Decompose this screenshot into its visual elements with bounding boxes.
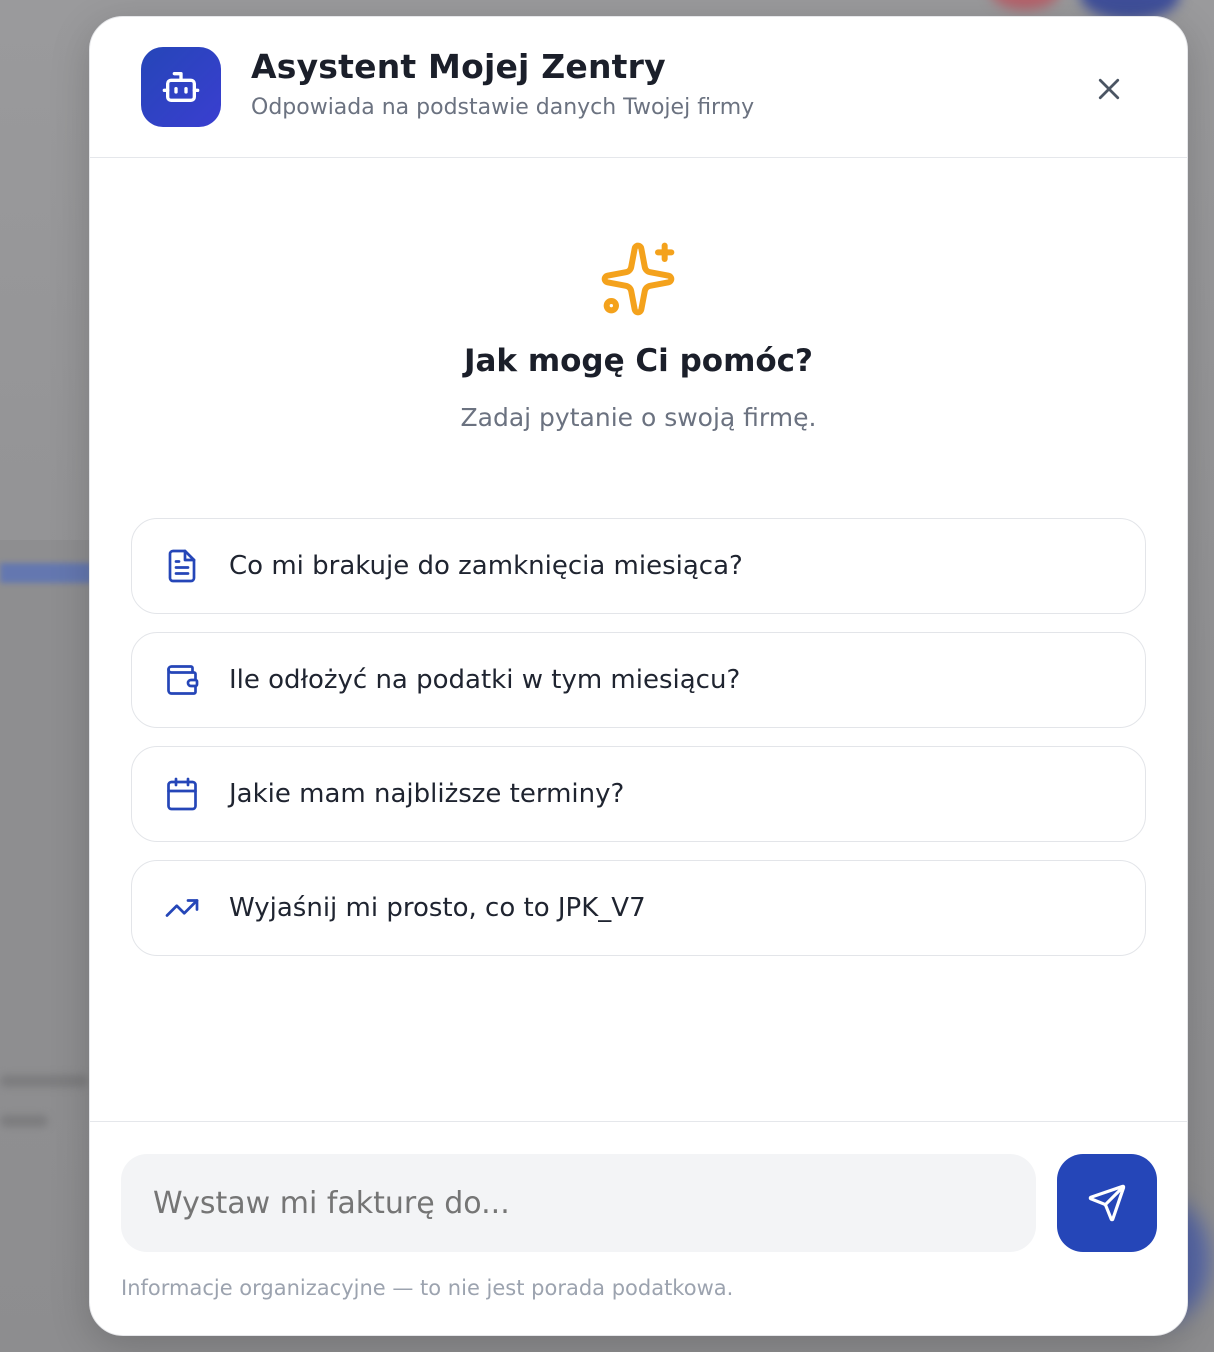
suggestion-month-closing[interactable]: Co mi brakuje do zamknięcia miesiąca?: [131, 518, 1146, 614]
dialog-header: Asystent Mojej Zentry Odpowiada na podst…: [90, 17, 1187, 158]
background-blob: [990, 0, 1060, 10]
close-button[interactable]: [1089, 69, 1129, 109]
suggestion-label: Co mi brakuje do zamknięcia miesiąca?: [229, 551, 743, 581]
bot-icon: [162, 72, 200, 103]
background-panel: [0, 540, 92, 1120]
send-button[interactable]: [1057, 1154, 1157, 1252]
dialog-subtitle: Odpowiada na podstawie danych Twojej fir…: [251, 95, 755, 120]
suggestion-label: Wyjaśnij mi prosto, co to JPK_V7: [229, 893, 646, 923]
document-icon: [162, 546, 202, 586]
assistant-avatar: [141, 47, 221, 127]
message-input-wrapper: [121, 1154, 1036, 1252]
suggestion-list: Co mi brakuje do zamknięcia miesiąca? Il…: [131, 518, 1146, 974]
send-icon: [1088, 1184, 1126, 1222]
disclaimer-text: Informacje organizacyjne — to nie jest p…: [121, 1276, 734, 1300]
composer-area: Informacje organizacyjne — to nie jest p…: [90, 1121, 1187, 1335]
message-input[interactable]: [151, 1184, 1015, 1222]
suggestion-label: Ile odłożyć na podatki w tym miesiącu?: [229, 665, 741, 695]
suggestion-jpk-v7[interactable]: Wyjaśnij mi prosto, co to JPK_V7: [131, 860, 1146, 956]
background-bar: [0, 563, 92, 583]
suggestion-deadlines[interactable]: Jakie mam najbliższe terminy?: [131, 746, 1146, 842]
assistant-dialog: Asystent Mojej Zentry Odpowiada na podst…: [89, 16, 1188, 1336]
suggestion-label: Jakie mam najbliższe terminy?: [229, 779, 625, 809]
sparkles-icon: [601, 242, 675, 316]
dialog-title: Asystent Mojej Zentry: [251, 47, 666, 86]
suggestion-taxes[interactable]: Ile odłożyć na podatki w tym miesiącu?: [131, 632, 1146, 728]
trending-up-icon: [162, 888, 202, 928]
calendar-icon: [162, 774, 202, 814]
background-line: [0, 1075, 88, 1087]
wallet-icon: [162, 660, 202, 700]
background-line: [0, 1115, 48, 1127]
welcome-subtitle: Zadaj pytanie o swoją firmę.: [460, 403, 817, 432]
welcome-title: Jak mogę Ci pomóc?: [463, 343, 814, 379]
close-icon: [1098, 78, 1120, 100]
